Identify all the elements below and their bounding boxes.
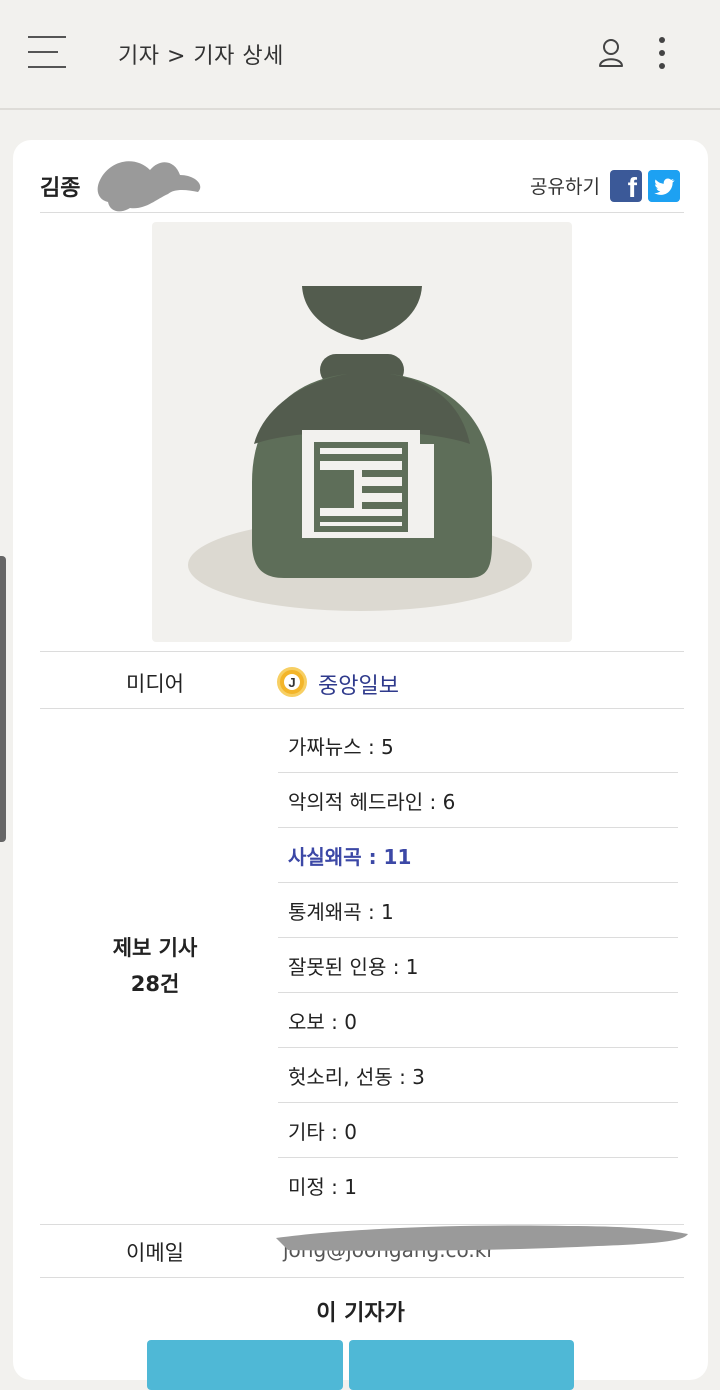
divider [40,1277,684,1278]
facebook-share-button[interactable]: f [610,170,642,202]
report-category-item[interactable]: 잘못된 인용 : 1 [278,938,678,993]
media-logo-letter: J [284,674,300,690]
twitter-share-button[interactable] [648,170,680,202]
media-logo: J [277,667,307,697]
report-category-item[interactable]: 사실왜곡 : 11 [278,828,678,883]
card-header: 김종 공유하기 f [40,156,684,213]
reporter-card: 김종 공유하기 f 미디어 J 중앙일보 제보 기사 28건 가짜뉴스: 5 … [13,140,708,1390]
user-icon[interactable] [598,38,624,68]
followup-title: 이 기자가 [316,1301,405,1326]
divider [40,708,684,709]
reports-summary: 제보 기사 28건 [40,930,270,1002]
action-button-right[interactable] [349,1340,574,1390]
facebook-icon: f [627,172,637,202]
report-category-item[interactable]: 악의적 헤드라인 : 6 [278,773,678,828]
media-link[interactable]: 중앙일보 [318,668,399,700]
divider [40,651,684,652]
scrollbar[interactable] [0,556,6,842]
top-bar: 기자 > 기자 상세 [0,0,720,110]
reports-total-count: 28건 [130,972,180,996]
report-category-list: 가짜뉴스 : 5 악의적 헤드라인 : 6 사실왜곡 : 11 통계왜곡 : 1 잘못된… [278,718,678,1213]
report-category-item[interactable]: 기타 : 0 [278,1103,678,1158]
share-label: 공유하기 [530,176,600,198]
report-category-item[interactable]: 헛소리, 선동 : 3 [278,1048,678,1103]
media-label: 미디어 [126,672,184,696]
redaction-scribble [276,1225,688,1251]
money-bag-news-icon [188,286,532,611]
reports-label: 제보 기사 [112,936,198,960]
reporter-image [152,222,572,642]
report-category-item[interactable]: 통계왜곡 : 1 [278,883,678,938]
email-label: 이메일 [126,1241,184,1265]
action-button-left[interactable] [147,1340,343,1390]
menu-icon[interactable] [28,36,68,70]
more-vertical-icon[interactable] [652,36,672,70]
redaction-scribble [97,161,201,212]
reporter-name: 김종 [40,176,81,201]
report-category-item[interactable]: 가짜뉴스 : 5 [278,718,678,773]
breadcrumb: 기자 > 기자 상세 [118,44,284,69]
report-category-item[interactable]: 오보 : 0 [278,993,678,1048]
report-category-item[interactable]: 미정 : 1 [278,1158,678,1213]
